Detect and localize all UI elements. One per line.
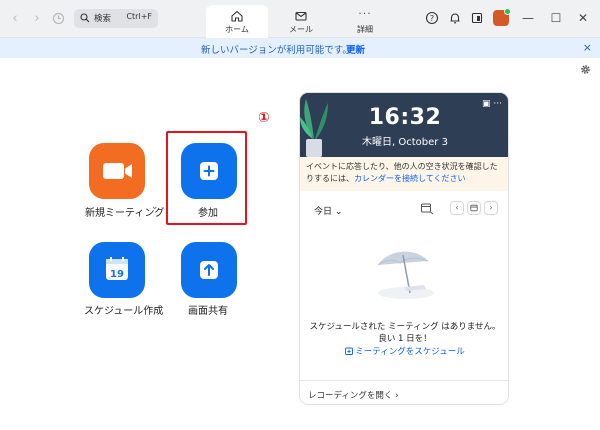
close-icon[interactable]: ✕ — [576, 11, 590, 25]
search-icon — [80, 13, 90, 23]
svg-text:?: ? — [430, 14, 434, 23]
prev-day-button[interactable]: ‹ — [450, 201, 464, 215]
schedule-button[interactable]: 19 — [89, 242, 145, 298]
more-icon: ··· — [358, 7, 372, 20]
new-meeting-dropdown-icon[interactable]: ⌄ — [151, 202, 159, 212]
home-icon — [231, 10, 243, 22]
next-day-button[interactable]: › — [484, 201, 498, 215]
new-meeting-button[interactable] — [89, 143, 145, 199]
help-icon[interactable]: ? — [425, 11, 439, 25]
clock-hero: ▣ ··· 16:32 木曜日, October 3 — [300, 93, 508, 157]
tab-home[interactable]: ホーム — [206, 5, 268, 38]
tab-home-label: ホーム — [225, 25, 249, 34]
back-icon[interactable]: ‹ — [8, 11, 22, 27]
share-screen-button[interactable] — [181, 242, 237, 298]
search-label: 検索 — [94, 14, 112, 24]
annotation-highlight-box — [166, 131, 247, 225]
share-arrow-icon — [200, 261, 218, 279]
tab-mail[interactable]: メール — [270, 5, 332, 38]
share-screen-label: 画面共有 — [188, 306, 228, 317]
open-recordings-row[interactable]: レコーディングを開く › — [300, 380, 508, 404]
calendar-icon: 19 — [106, 257, 128, 280]
schedule-label: スケジュール作成 — [84, 306, 164, 317]
avatar[interactable] — [493, 8, 511, 26]
gear-icon[interactable] — [580, 64, 591, 75]
annotation-step-number: ① — [258, 110, 270, 126]
tab-mail-label: メール — [289, 25, 313, 34]
calendar-notice: イベントに応答したり、他の人の空き状況を確認したりするには、カレンダーを接続して… — [300, 157, 508, 191]
open-recordings-label: レコーディングを開く › — [308, 391, 399, 401]
tab-more-label: 詳細 — [357, 25, 373, 34]
update-link[interactable]: 更新 — [346, 42, 365, 56]
calendar-picker-icon[interactable] — [467, 201, 481, 215]
title-bar: ‹ › 検索 Ctrl+F ホーム メール ··· 詳細 ? — ☐ ✕ — [0, 0, 600, 38]
empty-state-line2: 良い 1 日を！ — [378, 334, 432, 344]
maximize-icon[interactable]: ☐ — [549, 11, 563, 25]
calendar-controls: ‹ › — [420, 201, 502, 217]
connect-calendar-link[interactable]: カレンダーを接続してください — [354, 174, 466, 183]
video-camera-icon — [103, 163, 132, 179]
status-dot — [504, 8, 511, 15]
today-dropdown[interactable]: 今日 ⌄ — [314, 204, 342, 217]
bell-icon[interactable] — [448, 11, 462, 25]
mail-icon — [295, 11, 307, 21]
schedule-meeting-link[interactable]: ミーティングをスケジュール — [300, 345, 508, 357]
beach-umbrella-illustration — [377, 251, 434, 299]
add-calendar-icon — [345, 347, 354, 355]
clock-time: 16:32 — [368, 105, 442, 130]
update-banner: 新しいバージョンが利用可能です。 更新 × — [0, 38, 600, 58]
search-shortcut: Ctrl+F — [126, 12, 152, 21]
schedule-meeting-link-label: ミーティングをスケジュール — [355, 347, 465, 357]
minimize-icon[interactable]: — — [521, 11, 535, 25]
tab-more[interactable]: ··· 詳細 — [334, 5, 396, 38]
calendar-panel: ▣ ··· 16:32 木曜日, October 3 イベントに応答したり、他の… — [299, 92, 509, 405]
clock-date: 木曜日, October 3 — [362, 137, 448, 148]
banner-text: 新しいバージョンが利用可能です。 — [201, 45, 352, 56]
search-box[interactable]: 検索 Ctrl+F — [74, 9, 158, 28]
empty-state-line1: スケジュールされた ミーティング はありません。 — [309, 322, 501, 332]
forward-icon[interactable]: › — [30, 11, 44, 27]
history-icon[interactable] — [52, 12, 65, 25]
window-icon[interactable] — [470, 11, 484, 25]
calendar-view-icon[interactable] — [420, 202, 434, 215]
banner-close-icon[interactable]: × — [583, 41, 592, 54]
calendar-day-number: 19 — [110, 269, 124, 280]
